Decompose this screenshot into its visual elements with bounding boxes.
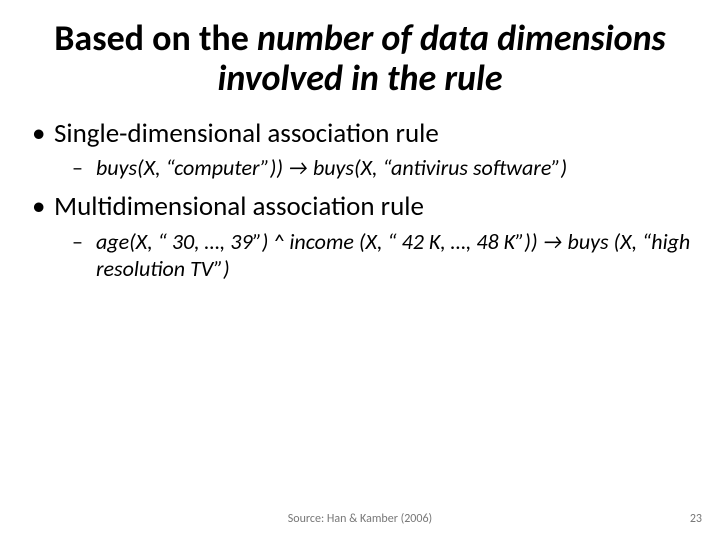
bullet-subtext: buys(X, “computer”)) → buys(X, “antiviru… (96, 154, 567, 181)
bullet-level2: buys(X, “computer”)) → buys(X, “antiviru… (28, 154, 692, 182)
title-emphasis: number of data dimensions involved in th… (217, 16, 665, 100)
bullet-text: Multidimensional association rule (54, 190, 424, 223)
slide-body: Single-dimensional association rule buys… (0, 107, 720, 283)
title-plain-1: Based on the (54, 16, 257, 60)
page-number: 23 (690, 512, 702, 526)
slide-title: Based on the number of data dimensions i… (0, 0, 720, 107)
slide: Based on the number of data dimensions i… (0, 0, 720, 540)
bullet-level1: Multidimensional association rule (28, 190, 692, 224)
bullet-text: Single-dimensional association rule (54, 117, 439, 150)
bullet-subtext: age(X, “ 30, …, 39”) ^ income (X, “ 42 K… (96, 228, 690, 283)
source-citation: Source: Han & Kamber (2006) (0, 512, 720, 526)
bullet-level2: age(X, “ 30, …, 39”) ^ income (X, “ 42 K… (28, 228, 692, 283)
bullet-level1: Single-dimensional association rule (28, 117, 692, 151)
